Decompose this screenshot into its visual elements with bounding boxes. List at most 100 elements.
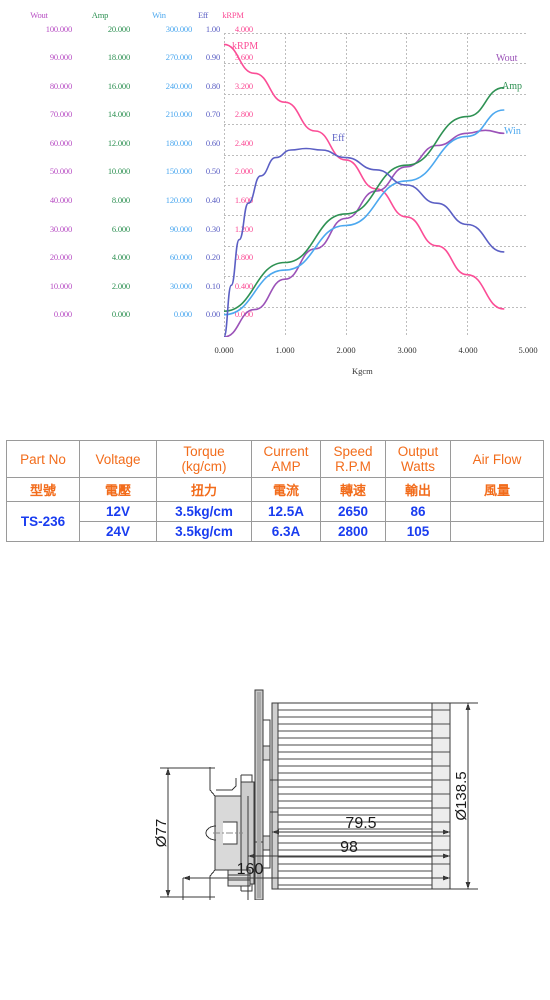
series-line-wout [224, 129, 505, 337]
axis-column-win: Win 300.000 270.000 240.000 210.000 180.… [126, 10, 192, 338]
header-cn-voltage: 電壓 [79, 477, 157, 502]
cell-air-flow [450, 521, 544, 542]
table-header-row-cn: 型號 電壓 扭力 電流 轉速 輸出 風量 [6, 477, 544, 502]
axis-tick: 16.000 [107, 80, 130, 91]
cell-speed: 2650 [320, 501, 386, 522]
axis-tick: 80.000 [49, 80, 72, 91]
axis-tick: 8.000 [111, 195, 130, 206]
dimension-label-motor-diameter: Ø77 [153, 819, 170, 847]
series-line-krpm [224, 43, 505, 310]
axis-tick: 90.000 [169, 223, 192, 234]
cell-voltage: 24V [79, 521, 157, 542]
cell-air-flow [450, 501, 544, 522]
axis-tick: 4.000 [111, 252, 130, 263]
header-cn-speed: 轉速 [320, 477, 386, 502]
axis-tick: 30.000 [49, 223, 72, 234]
cell-speed: 2800 [320, 521, 386, 542]
header-speed: Speed R.P.M [320, 440, 386, 478]
dimension-wheel-width [271, 829, 451, 889]
drawing-svg: Ø138.5 Ø77 79.5 98 160 [153, 689, 478, 901]
axis-tick: 12.000 [107, 137, 130, 148]
axis-tick: 0.000 [53, 309, 72, 320]
plot-svg: kRPM Wout Amp Win Eff [224, 33, 528, 337]
cell-current: 12.5A [251, 501, 321, 522]
specification-table: Part No Voltage Torque (kg/cm) Current A… [6, 440, 544, 542]
header-cn-part-no: 型號 [6, 477, 80, 502]
header-cn-output: 輸出 [385, 477, 451, 502]
table-row: TS-236 12V 3.5kg/cm 12.5A 2650 86 [6, 501, 544, 542]
axis-tick: 10.000 [107, 166, 130, 177]
axis-tick: 0.000 [111, 309, 130, 320]
dimension-label-wheel-width: 79.5 [345, 815, 376, 832]
axis-tick: 2.000 [111, 280, 130, 291]
dimension-total-length [182, 875, 451, 889]
axis-tick: 300.000 [165, 23, 192, 34]
xaxis-label: Kgcm [352, 366, 373, 376]
cell-current: 6.3A [251, 521, 321, 542]
header-voltage: Voltage [79, 440, 157, 478]
axis-tick: 18.000 [107, 52, 130, 63]
dimension-label-total-length: 160 [237, 861, 264, 878]
dimension-label-wheel-diameter: Ø138.5 [453, 771, 470, 820]
axis-tick: 0.000 [173, 309, 192, 320]
axis-tick: 30.000 [169, 280, 192, 291]
cell-torque: 3.5kg/cm [156, 501, 252, 522]
xaxis-tick: 1.000 [275, 345, 295, 355]
xaxis-tick: 5.000 [518, 345, 538, 355]
header-cn-torque: 扭力 [156, 477, 252, 502]
axis-tick: 50.000 [49, 166, 72, 177]
axis-column-wout: Wout 100.000 90.000 80.000 70.000 60.000… [6, 10, 72, 338]
performance-chart: Wout 100.000 90.000 80.000 70.000 60.000… [0, 0, 550, 400]
series-label-amp: Amp [502, 81, 522, 92]
axis-tick: 20.000 [49, 252, 72, 263]
plot-area: kRPM Wout Amp Win Eff [224, 33, 528, 337]
axis-tick: 60.000 [49, 137, 72, 148]
axis-tick: 270.000 [165, 52, 192, 63]
header-part-no: Part No [6, 440, 80, 478]
blower-wheel [270, 702, 451, 890]
motor-body [205, 767, 255, 900]
axis-tick: 6.000 [111, 223, 130, 234]
header-cn-current: 電流 [251, 477, 321, 502]
header-cn-air-flow: 風量 [450, 477, 544, 502]
axis-tick: 150.000 [165, 166, 192, 177]
axis-tick: 120.000 [165, 195, 192, 206]
series-label-win: Win [504, 126, 521, 137]
axis-tick: 60.000 [169, 252, 192, 263]
cell-torque: 3.5kg/cm [156, 521, 252, 542]
series-label-eff: Eff [332, 133, 345, 144]
series-line-win [224, 109, 505, 316]
axis-tick: 20.000 [107, 23, 130, 34]
header-air-flow: Air Flow [450, 440, 544, 478]
header-torque: Torque (kg/cm) [156, 440, 252, 478]
header-current: Current AMP [251, 440, 321, 478]
axis-column-amp: Amp 20.000 18.000 16.000 14.000 12.000 1… [70, 10, 130, 338]
axis-header-wout: Wout [30, 10, 48, 20]
xaxis-tick: 2.000 [336, 345, 356, 355]
dimension-label-mid-length: 98 [340, 839, 358, 856]
xaxis-tick: 3.000 [397, 345, 417, 355]
axis-tick: 100.000 [45, 23, 72, 34]
cell-voltage: 12V [79, 501, 157, 522]
xaxis-tick: 0.000 [214, 345, 234, 355]
axis-tick: 90.000 [49, 52, 72, 63]
axis-tick: 10.000 [49, 280, 72, 291]
axis-tick: 180.000 [165, 137, 192, 148]
axis-tick: 70.000 [49, 109, 72, 120]
axis-tick: 40.000 [49, 195, 72, 206]
dimensional-drawing: Ø138.5 Ø77 79.5 98 160 [0, 600, 550, 901]
series-label-krpm: kRPM [232, 41, 258, 52]
table-row: 24V 3.5kg/cm 6.3A 2800 105 [7, 521, 544, 542]
cell-part-no: TS-236 [6, 501, 80, 542]
axis-tick: 14.000 [107, 109, 130, 120]
table-header-row-en: Part No Voltage Torque (kg/cm) Current A… [6, 440, 544, 478]
axis-tick: 210.000 [165, 109, 192, 120]
header-output: Output Watts [385, 440, 451, 478]
cell-output: 105 [385, 521, 451, 542]
axis-header-amp: Amp [91, 10, 109, 20]
series-label-wout: Wout [496, 53, 518, 64]
axis-header-krpm: kRPM [222, 10, 244, 20]
xaxis-tick: 4.000 [458, 345, 478, 355]
axis-header-win: Win [152, 10, 166, 20]
axis-tick: 240.000 [165, 80, 192, 91]
